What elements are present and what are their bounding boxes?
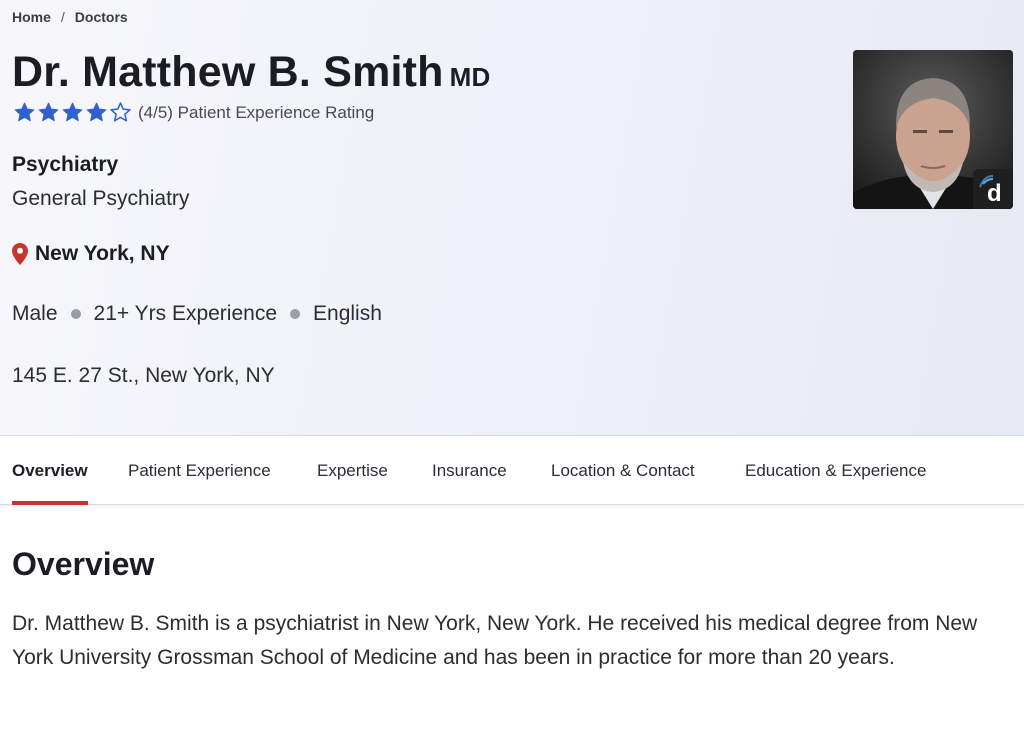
specialty: Psychiatry	[12, 153, 119, 176]
star-filled-icon	[86, 102, 107, 122]
separator-dot	[290, 309, 301, 319]
rating-row[interactable]: (4/5) Patient Experience Rating	[13, 101, 374, 124]
profile-header: Home / Doctors Dr. Matthew B. Smith MD (4…	[0, 0, 1024, 436]
doctor-attributes: Male 21+ Yrs Experience English	[12, 302, 382, 326]
doximity-badge: d	[973, 169, 1013, 209]
tab-patient-experience[interactable]: Patient Experience	[128, 437, 271, 505]
svg-text:d: d	[987, 180, 1002, 204]
overview-heading: Overview	[12, 546, 155, 582]
doctor-credential: MD	[449, 62, 491, 92]
star-rating	[13, 101, 132, 124]
star-filled-icon	[62, 102, 83, 122]
location-row: New York, NY	[12, 242, 170, 266]
profile-tabs: Overview Patient Experience Expertise In…	[0, 437, 1024, 505]
subspecialty: General Psychiatry	[12, 187, 190, 210]
overview-paragraph: Dr. Matthew B. Smith is a psychiatrist i…	[12, 612, 978, 669]
star-empty-icon	[110, 102, 131, 122]
doctor-photo: d	[853, 50, 1013, 209]
star-filled-icon	[38, 102, 59, 122]
doctor-name-heading: Dr. Matthew B. Smith MD	[12, 48, 491, 97]
location-text: New York, NY	[35, 242, 170, 265]
gender: Male	[12, 302, 58, 325]
rating-text: (4/5) Patient Experience Rating	[138, 102, 375, 122]
experience: 21+ Yrs Experience	[93, 302, 278, 325]
tab-insurance[interactable]: Insurance	[432, 437, 507, 505]
star-filled-icon	[14, 102, 35, 122]
breadcrumb-separator: /	[60, 9, 65, 25]
map-pin-icon	[12, 243, 28, 265]
language: English	[313, 302, 382, 325]
breadcrumb-doctors-link[interactable]: Doctors	[75, 9, 128, 25]
separator-dot	[70, 309, 81, 319]
tab-expertise[interactable]: Expertise	[317, 437, 388, 505]
tab-location-contact[interactable]: Location & Contact	[551, 437, 695, 505]
doximity-d-icon: d	[979, 175, 1002, 204]
doctor-name: Dr. Matthew B. Smith	[12, 48, 444, 96]
tab-education-experience[interactable]: Education & Experience	[745, 437, 926, 505]
breadcrumb: Home / Doctors	[12, 9, 128, 25]
address: 145 E. 27 St., New York, NY	[12, 364, 275, 387]
breadcrumb-home-link[interactable]: Home	[12, 9, 51, 25]
tab-overview[interactable]: Overview	[12, 437, 88, 505]
